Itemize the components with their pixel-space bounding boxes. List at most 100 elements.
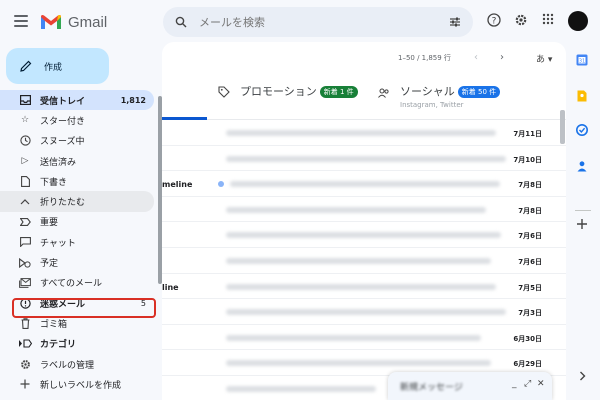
- list-toolbar: 1–50 / 1,859 行 ‹ › あ ▾: [162, 42, 566, 74]
- sidebar-item-chat[interactable]: チャット: [0, 232, 154, 252]
- sidebar-item-manage-labels[interactable]: ラベルの管理: [0, 354, 154, 374]
- main-menu-icon[interactable]: [14, 15, 28, 27]
- email-row[interactable]: 7月6日: [162, 248, 566, 274]
- sidebar-item-label: スヌーズ中: [40, 137, 85, 148]
- mail-list-panel: 1–50 / 1,859 行 ‹ › あ ▾ プロモーション 新着 1 件 ソーシ…: [162, 42, 566, 400]
- sidebar-item-trash[interactable]: ゴミ箱: [0, 313, 154, 333]
- chevron-up-icon: [18, 196, 32, 208]
- sidebar-item-label: 送信済み: [40, 157, 77, 168]
- sidebar-item-label: チャット: [40, 238, 76, 249]
- tab-promotions-label: プロモーション: [240, 85, 317, 98]
- chat-icon: [18, 236, 32, 248]
- email-list: 7月11日 7月10日 meline 7月8日 7月8日 7月6日 7月6日 l…: [162, 120, 566, 400]
- email-date: 6月30日: [513, 334, 542, 343]
- gear-icon: [18, 358, 32, 370]
- sidebar-item-spam[interactable]: 迷惑メール 5: [0, 293, 154, 313]
- sidebar-item-label: 折りたたむ: [40, 198, 86, 209]
- help-icon[interactable]: ?: [487, 13, 501, 27]
- search-options-icon[interactable]: [449, 16, 461, 28]
- calendar-icon[interactable]: 31: [576, 54, 588, 66]
- email-row[interactable]: 7月11日: [162, 120, 566, 146]
- plus-icon: [18, 378, 32, 390]
- gmail-logo-text: Gmail: [68, 13, 108, 31]
- fullscreen-icon[interactable]: ⤢: [524, 379, 531, 389]
- email-row[interactable]: 7月8日: [162, 197, 566, 223]
- compose-button[interactable]: 作成: [6, 48, 109, 84]
- top-bar: Gmail ?: [0, 0, 600, 44]
- sidebar-item-scheduled[interactable]: 予定: [0, 252, 154, 272]
- sidebar-item-drafts[interactable]: 下書き: [0, 171, 154, 191]
- email-snippet-redacted: [226, 309, 506, 316]
- sidebar-item-label: カテゴリ: [40, 340, 77, 351]
- email-sender: line: [162, 282, 179, 292]
- new-message-window[interactable]: 新規メッセージ _ ⤢ ✕: [388, 372, 552, 400]
- tasks-icon[interactable]: [576, 124, 588, 136]
- email-row[interactable]: 7月3日: [162, 299, 566, 325]
- compose-label: 作成: [44, 62, 63, 73]
- email-row[interactable]: line 7月5日: [162, 274, 566, 300]
- minimize-icon[interactable]: _: [512, 379, 517, 389]
- sidebar-item-starred[interactable]: ☆ スター付き: [0, 110, 154, 130]
- clock-icon: [18, 135, 32, 147]
- account-avatar[interactable]: [568, 11, 588, 31]
- all-mail-icon: [18, 277, 32, 289]
- sidebar-item-snoozed[interactable]: スヌーズ中: [0, 131, 154, 151]
- trash-icon: [18, 317, 32, 329]
- apps-grid-icon[interactable]: [542, 13, 554, 25]
- search-bar[interactable]: [163, 7, 473, 37]
- sidebar-item-important[interactable]: 重要: [0, 212, 154, 232]
- expand-side-panel-icon[interactable]: [576, 370, 588, 382]
- side-panel-divider: [575, 210, 591, 211]
- add-addon-plus-icon[interactable]: [576, 218, 588, 230]
- gmail-logo[interactable]: Gmail: [40, 12, 107, 32]
- close-icon[interactable]: ✕: [537, 379, 545, 389]
- email-snippet-redacted: [226, 360, 491, 367]
- email-row[interactable]: 7月10日: [162, 146, 566, 172]
- send-icon: ▷: [21, 156, 29, 167]
- input-tools-button[interactable]: あ ▾: [536, 52, 552, 65]
- sidebar-item-inbox[interactable]: 受信トレイ 1,812: [0, 90, 154, 111]
- sidebar-item-label: 迷惑メール: [40, 299, 86, 310]
- keep-icon[interactable]: [576, 90, 588, 102]
- email-date: 7月8日: [518, 206, 542, 215]
- prev-page-icon[interactable]: ‹: [474, 52, 478, 63]
- side-panel: 31: [566, 44, 600, 400]
- email-row[interactable]: meline 7月8日: [162, 171, 566, 197]
- email-date: 7月11日: [513, 130, 542, 138]
- sidebar-item-categories[interactable]: カテゴリ: [0, 334, 154, 354]
- tab-social[interactable]: ソーシャル 新着 50 件 Instagram, Twitter: [400, 80, 501, 114]
- svg-text:31: 31: [579, 59, 585, 65]
- sidebar-item-label: スター付き: [40, 116, 86, 127]
- contacts-icon[interactable]: [576, 160, 588, 172]
- email-row[interactable]: 7月6日: [162, 222, 566, 248]
- tab-social-sub: Instagram, Twitter: [400, 101, 464, 109]
- search-icon[interactable]: [175, 16, 187, 28]
- sidebar-item-sent[interactable]: ▷ 送信済み: [0, 151, 154, 171]
- draft-icon: [18, 175, 32, 187]
- new-message-title: 新規メッセージ: [400, 383, 463, 393]
- email-date: 7月10日: [513, 155, 542, 164]
- scheduled-icon: [18, 257, 32, 269]
- attachment-dot-icon: [218, 181, 224, 188]
- star-icon: ☆: [20, 115, 30, 126]
- sidebar-item-collapse[interactable]: 折りたたむ: [0, 191, 154, 212]
- sidebar-nav: 受信トレイ 1,812 ☆ スター付き スヌーズ中 ▷ 送信済み 下書き 折りた…: [0, 90, 160, 394]
- mail-list-scrollbar[interactable]: [560, 110, 565, 144]
- email-row[interactable]: 6月30日: [162, 325, 566, 351]
- tab-promotions[interactable]: プロモーション 新着 1 件: [240, 80, 358, 114]
- next-page-icon[interactable]: ›: [500, 52, 504, 63]
- email-snippet-redacted: [230, 181, 500, 188]
- svg-text:?: ?: [492, 16, 497, 26]
- sidebar-item-label: ラベルの管理: [40, 360, 95, 371]
- settings-gear-icon[interactable]: [514, 13, 528, 27]
- email-snippet-redacted: [226, 334, 481, 341]
- email-date: 7月8日: [518, 181, 542, 190]
- input-tools-label: あ: [536, 55, 546, 65]
- email-sender: meline: [162, 180, 193, 190]
- sidebar-item-create-label[interactable]: 新しいラベルを作成: [0, 374, 154, 394]
- tag-icon: [218, 86, 230, 98]
- sidebar-item-label: すべてのメール: [40, 279, 103, 290]
- search-input[interactable]: [199, 7, 429, 37]
- spam-icon: [18, 297, 32, 309]
- sidebar-item-all-mail[interactable]: すべてのメール: [0, 273, 154, 293]
